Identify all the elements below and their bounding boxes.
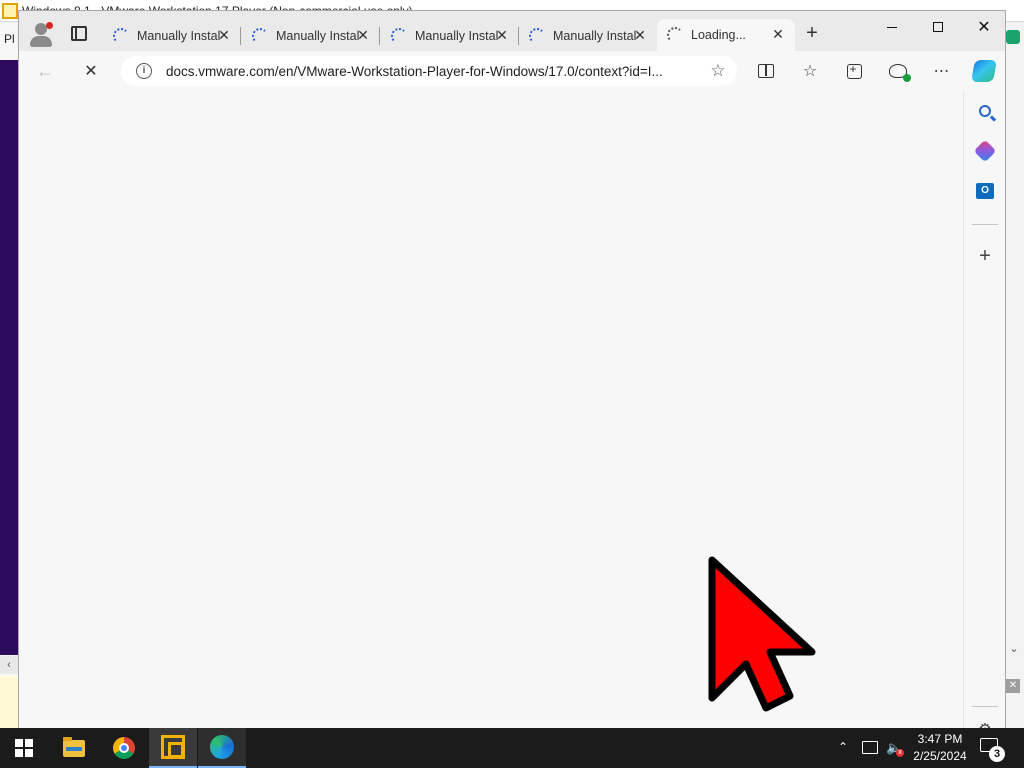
host-vm-screen-edge: [0, 60, 18, 655]
minimize-button[interactable]: [869, 11, 915, 43]
favorites-button[interactable]: ☆: [796, 57, 824, 85]
tab-label: Manually Install: [415, 28, 499, 43]
loading-spinner-icon: [529, 27, 545, 44]
edge-browser-window: Manually Install ✕ Manually Install ✕ Ma…: [18, 10, 1006, 738]
sidebar-outlook-button[interactable]: O: [974, 180, 996, 202]
tab-strip: Manually Install ✕ Manually Install ✕ Ma…: [19, 11, 1005, 51]
tab-actions-button[interactable]: [65, 19, 93, 47]
edge-icon: [210, 735, 234, 759]
vmware-icon: [161, 735, 185, 759]
loading-spinner-icon: [391, 27, 407, 44]
tab-label: Manually Install: [276, 28, 360, 43]
favorites-icon: ☆: [802, 63, 818, 80]
scroll-down-icon[interactable]: ⌄: [1006, 640, 1022, 658]
close-icon: ✕: [977, 19, 991, 36]
sidebar-divider: [972, 706, 998, 707]
network-icon[interactable]: [862, 741, 878, 754]
close-window-button[interactable]: ✕: [961, 11, 1007, 43]
taskbar-vmware[interactable]: [149, 728, 197, 768]
tab-manually-install-3[interactable]: Manually Install ✕: [381, 20, 519, 51]
taskbar-file-explorer[interactable]: [50, 728, 98, 768]
outlook-icon: O: [976, 183, 994, 199]
start-icon: [15, 739, 33, 757]
back-button[interactable]: ←: [31, 57, 59, 85]
edge-sidebar: O + ⚙: [963, 91, 1005, 738]
show-hidden-icons-icon[interactable]: ⌃: [838, 740, 848, 754]
tab-loading-active[interactable]: Loading... ✕: [657, 19, 795, 51]
host-tray-icon[interactable]: [1006, 30, 1020, 44]
close-tab-icon[interactable]: ✕: [633, 28, 647, 42]
add-icon: +: [979, 244, 991, 267]
back-icon: ←: [36, 60, 54, 81]
close-tab-icon[interactable]: ✕: [356, 28, 370, 42]
host-close-icon[interactable]: ✕: [1006, 679, 1020, 693]
favorite-star-icon[interactable]: ☆: [707, 60, 729, 82]
split-screen-button[interactable]: [752, 57, 780, 85]
more-button[interactable]: ⋯: [928, 57, 956, 85]
taskbar-chrome[interactable]: [100, 728, 148, 768]
start-button[interactable]: [0, 728, 48, 768]
tab-label: Manually Install: [137, 28, 221, 43]
collections-button[interactable]: [840, 57, 868, 85]
split-screen-icon: [758, 64, 774, 78]
tab-label: Loading...: [691, 28, 746, 42]
taskbar-edge[interactable]: [198, 728, 246, 768]
page-content-blank: [19, 91, 963, 729]
sidebar-add-button[interactable]: +: [974, 245, 996, 267]
loading-spinner-icon: [667, 27, 683, 43]
tab-manually-install-2[interactable]: Manually Install ✕: [242, 20, 380, 51]
address-bar[interactable]: i docs.vmware.com/en/VMware-Workstation-…: [121, 56, 737, 86]
tab-label: Manually Install: [553, 28, 637, 43]
sidebar-search-button[interactable]: [974, 100, 996, 122]
host-status-strip: [0, 676, 18, 728]
tab-separator: [240, 27, 241, 45]
collections-icon: [846, 62, 862, 79]
stop-icon: ✕: [84, 63, 98, 80]
new-tab-button[interactable]: +: [798, 19, 826, 47]
sidebar-office-button[interactable]: [973, 139, 997, 163]
plus-icon: +: [806, 21, 818, 44]
browser-essentials-button[interactable]: [884, 57, 912, 85]
url-text[interactable]: docs.vmware.com/en/VMware-Workstation-Pl…: [166, 64, 696, 79]
clock-date: 2/25/2024: [913, 749, 967, 763]
copilot-icon: [971, 60, 997, 82]
system-clock[interactable]: 3:47 PM 2/25/2024: [906, 731, 974, 765]
volume-muted-badge-icon: x: [896, 749, 904, 757]
notification-count-badge: 3: [989, 746, 1005, 762]
loading-spinner-icon: [252, 27, 268, 44]
tab-manually-install-1[interactable]: Manually Install ✕: [103, 20, 241, 51]
info-icon[interactable]: i: [136, 63, 152, 79]
scroll-left-icon[interactable]: ‹: [0, 656, 18, 674]
profile-button[interactable]: [27, 19, 55, 47]
close-tab-icon[interactable]: ✕: [495, 28, 509, 42]
close-tab-icon[interactable]: ✕: [217, 28, 231, 42]
vmware-icon: [2, 3, 18, 19]
maximize-icon: [933, 22, 943, 32]
red-cursor-icon: [708, 556, 816, 712]
host-menu-label[interactable]: Pl: [4, 32, 15, 46]
office-icon: [973, 139, 997, 163]
sidebar-divider: [972, 224, 998, 225]
file-explorer-icon: [63, 736, 85, 757]
tab-actions-icon: [71, 25, 87, 41]
loading-spinner-icon: [113, 27, 129, 44]
more-icon: ⋯: [933, 63, 951, 80]
tab-manually-install-4[interactable]: Manually Install ✕: [519, 20, 657, 51]
maximize-button[interactable]: [915, 11, 961, 43]
profile-notification-dot: [46, 22, 53, 29]
browser-toolbar: ← ✕ i docs.vmware.com/en/VMware-Workstat…: [19, 51, 1005, 91]
clock-time: 3:47 PM: [917, 732, 963, 746]
tab-separator: [379, 27, 380, 45]
search-icon: [979, 105, 991, 117]
stop-loading-button[interactable]: ✕: [77, 57, 105, 85]
minimize-icon: [887, 26, 897, 28]
close-tab-icon[interactable]: ✕: [771, 27, 785, 41]
copilot-button[interactable]: [970, 57, 998, 85]
chrome-icon: [113, 737, 135, 759]
profile-icon-body: [30, 36, 52, 47]
taskbar: ⌃ 🔈 x 3:47 PM 2/25/2024 3: [0, 728, 1024, 768]
browser-essentials-icon: [889, 64, 911, 82]
